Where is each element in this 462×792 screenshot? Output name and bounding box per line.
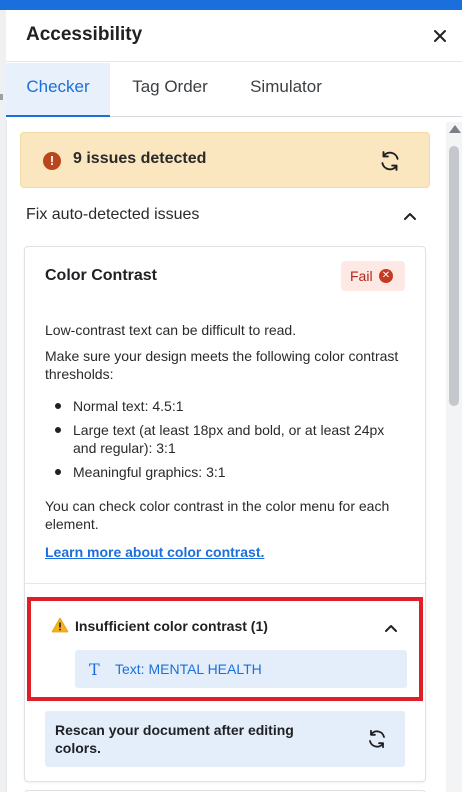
fix-auto-detected-toggle[interactable]: Fix auto-detected issues xyxy=(20,202,430,230)
issues-banner: ! 9 issues detected xyxy=(20,132,430,188)
learn-more-link[interactable]: Learn more about color contrast. xyxy=(45,544,264,560)
edge-marker xyxy=(0,94,3,100)
chevron-up-icon[interactable] xyxy=(383,620,399,636)
top-accent-bar xyxy=(0,0,462,10)
tab-bar: Checker Tag Order Simulator xyxy=(6,63,462,117)
scroll-thumb[interactable] xyxy=(449,146,459,406)
accessibility-panel: Accessibility Checker Tag Order Simulato… xyxy=(6,10,462,792)
fix-section-label: Fix auto-detected issues xyxy=(26,206,200,223)
fail-x-icon: ✕ xyxy=(379,269,393,283)
refresh-button[interactable] xyxy=(377,148,403,174)
list-item: Large text (at least 18px and bold, or a… xyxy=(45,421,405,457)
status-badge: Fail ✕ xyxy=(341,261,405,291)
scroll-up-arrow-icon[interactable] xyxy=(449,125,461,133)
rescan-notice: Rescan your document after editing color… xyxy=(45,711,405,767)
card-intro: Low-contrast text can be difficult to re… xyxy=(45,322,297,338)
exclamation-icon: ! xyxy=(43,152,61,170)
chevron-up-icon xyxy=(404,213,416,220)
panel-header: Accessibility xyxy=(6,10,462,62)
close-button[interactable] xyxy=(428,24,452,48)
rescan-message: Rescan your document after editing color… xyxy=(55,722,294,756)
scrollbar[interactable] xyxy=(446,122,462,792)
refresh-icon xyxy=(381,151,399,171)
list-item[interactable]: T Text: MENTAL HEALTH xyxy=(75,650,407,688)
tab-simulator[interactable]: Simulator xyxy=(236,63,336,117)
card-title: Color Contrast xyxy=(45,267,157,284)
text-type-icon: T xyxy=(89,660,100,679)
insufficient-contrast-group: Insufficient color contrast (1) T Text: … xyxy=(27,597,423,701)
status-badge-label: Fail xyxy=(350,268,373,284)
thresholds-list: Normal text: 4.5:1 Large text (at least … xyxy=(45,397,405,487)
color-contrast-card: Color Contrast Fail ✕ Low-contrast text … xyxy=(24,246,426,782)
list-item-label: Text: MENTAL HEALTH xyxy=(115,661,262,677)
panel-title: Accessibility xyxy=(26,24,143,45)
tab-tag-order[interactable]: Tag Order xyxy=(120,63,220,117)
tab-checker[interactable]: Checker xyxy=(6,63,110,117)
rescan-button[interactable] xyxy=(365,727,389,751)
list-item: Meaningful graphics: 3:1 xyxy=(45,463,405,481)
list-item: Normal text: 4.5:1 xyxy=(45,397,405,415)
how-to-text: You can check color contrast in the colo… xyxy=(45,498,390,532)
close-icon xyxy=(434,30,446,42)
insufficient-contrast-title: Insufficient color contrast (1) xyxy=(75,618,268,634)
refresh-icon xyxy=(369,729,385,749)
warning-triangle-icon xyxy=(51,617,69,633)
divider xyxy=(25,583,425,584)
thresholds-intro: Make sure your design meets the followin… xyxy=(45,348,399,382)
issues-count-text: 9 issues detected xyxy=(73,150,207,167)
